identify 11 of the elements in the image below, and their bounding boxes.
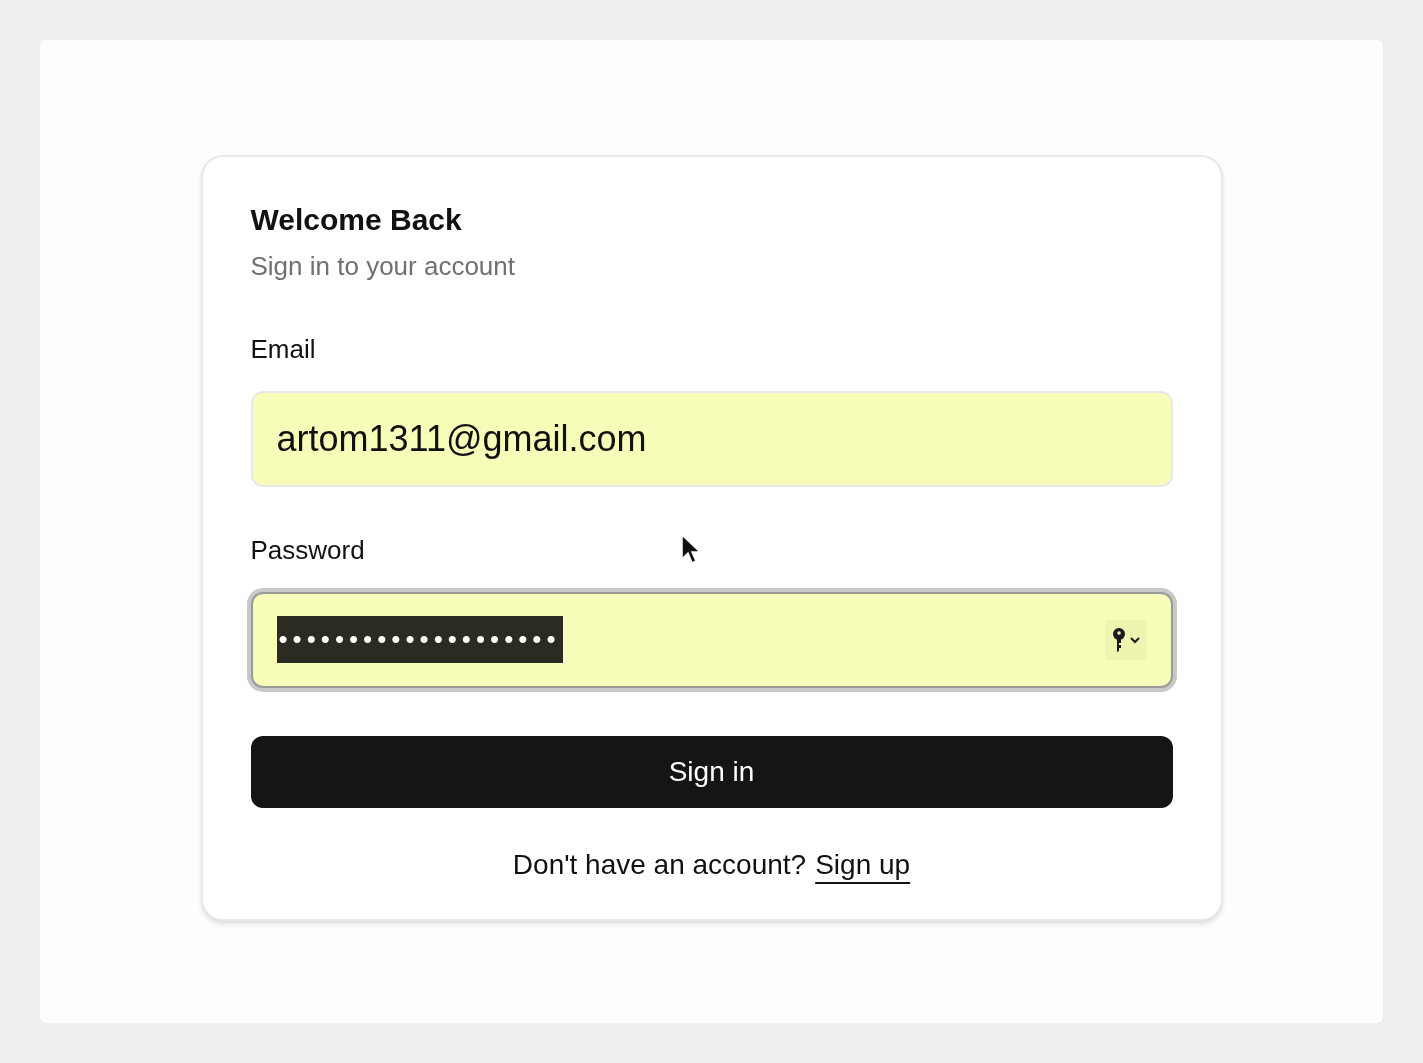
field-label: Email: [250, 332, 316, 366]
field-value: artom1311@gmail.com: [276, 416, 647, 461]
card-subtitle: Sign in to your account: [250, 249, 516, 283]
card-title: Welcome Back: [250, 202, 463, 238]
field-value: ••••••••••••••••••••: [276, 616, 563, 663]
field-label: Password: [250, 533, 365, 567]
key-icon[interactable]: [1104, 619, 1147, 660]
email-field[interactable]: artom1311@gmail.com: [250, 390, 1173, 487]
footer-prompt: Don't have an account?: [512, 847, 807, 882]
sign-in-button[interactable]: Sign in: [250, 735, 1173, 808]
sign-up-link[interactable]: Sign up: [815, 843, 911, 886]
